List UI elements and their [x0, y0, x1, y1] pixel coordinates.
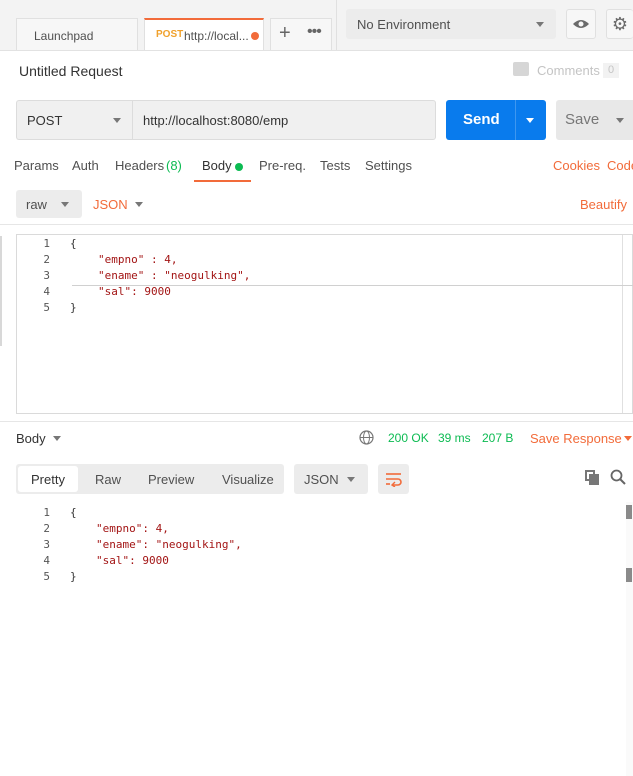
- line-number: 2: [43, 522, 50, 535]
- body-language-select[interactable]: JSON: [84, 190, 150, 218]
- active-tab-underline: [194, 180, 251, 182]
- divider: [0, 224, 633, 225]
- wrap-icon: [386, 473, 402, 487]
- line-number: 1: [43, 237, 50, 250]
- eye-icon[interactable]: [566, 9, 596, 39]
- headers-count: (8): [166, 158, 182, 173]
- chevron-down-icon: [347, 477, 355, 482]
- code-line: "empno" : 4,: [98, 253, 178, 266]
- tab-post-request[interactable]: POST http://local...: [144, 18, 264, 50]
- chevron-down-icon[interactable]: [624, 436, 632, 441]
- line-number: 5: [43, 301, 50, 314]
- chevron-down-icon: [61, 202, 69, 207]
- gear-icon[interactable]: ⚙: [606, 9, 633, 39]
- line-number: 2: [43, 253, 50, 266]
- response-format-select[interactable]: JSON: [294, 464, 368, 494]
- divider: [0, 421, 633, 422]
- editor-scrollbar[interactable]: [622, 235, 623, 413]
- tab-label: Launchpad: [34, 29, 94, 43]
- line-number: 3: [43, 269, 50, 282]
- tab-label: http://local...: [184, 29, 249, 43]
- chevron-down-icon: [113, 118, 121, 123]
- save-label: Save: [565, 111, 600, 128]
- code-line: {: [70, 237, 77, 250]
- body-mode-value: raw: [26, 197, 47, 212]
- left-resize-handle[interactable]: [0, 236, 2, 346]
- tab-settings[interactable]: Settings: [365, 158, 412, 173]
- view-visualize[interactable]: Visualize: [222, 472, 274, 487]
- divider: [515, 100, 516, 140]
- beautify-link[interactable]: Beautify: [580, 197, 627, 212]
- method-value: POST: [27, 113, 63, 128]
- more-options-icon[interactable]: •••: [307, 23, 322, 41]
- save-response-button[interactable]: Save Response: [530, 431, 622, 446]
- body-language-value: JSON: [93, 197, 128, 212]
- chevron-down-icon[interactable]: [616, 118, 624, 123]
- chevron-down-icon[interactable]: [526, 118, 534, 123]
- tab-prereq[interactable]: Pre-req.: [259, 158, 306, 173]
- url-value: http://localhost:8080/emp: [143, 113, 289, 128]
- comments-label[interactable]: Comments: [537, 63, 600, 78]
- tab-actions: + •••: [270, 18, 332, 50]
- body-mode-select[interactable]: raw: [16, 190, 82, 218]
- line-number: 4: [43, 554, 50, 567]
- status-code[interactable]: 200 OK: [388, 431, 429, 445]
- line-number: 4: [43, 285, 50, 298]
- code-line: "sal": 9000: [98, 285, 171, 298]
- line-number: 5: [43, 570, 50, 583]
- copy-icon[interactable]: [585, 470, 599, 485]
- divider: [336, 0, 337, 50]
- search-icon[interactable]: [610, 469, 626, 485]
- code-link[interactable]: Code: [607, 158, 633, 173]
- tab-params[interactable]: Params: [14, 158, 59, 173]
- url-input[interactable]: http://localhost:8080/emp: [132, 100, 436, 140]
- body-active-dot-icon: [235, 163, 243, 171]
- tab-tests[interactable]: Tests: [320, 158, 350, 173]
- save-button[interactable]: Save: [556, 100, 633, 140]
- comment-icon: [513, 62, 529, 76]
- comments-count: 0: [603, 63, 619, 78]
- code-line: {: [70, 506, 77, 519]
- tab-auth[interactable]: Auth: [72, 158, 99, 173]
- code-line: }: [70, 301, 77, 314]
- response-scrollbar[interactable]: [626, 502, 633, 776]
- line-number: 1: [43, 506, 50, 519]
- response-format-value: JSON: [304, 472, 339, 487]
- chevron-down-icon: [135, 202, 143, 207]
- response-size[interactable]: 207 B: [482, 431, 513, 445]
- view-preview[interactable]: Preview: [148, 472, 194, 487]
- response-section-label[interactable]: Body: [16, 431, 46, 446]
- response-time[interactable]: 39 ms: [438, 431, 471, 445]
- tab-method: POST: [156, 29, 184, 40]
- code-line: "ename" : "neogulking",: [98, 269, 251, 282]
- cookies-link[interactable]: Cookies: [553, 158, 600, 173]
- method-select[interactable]: POST: [16, 100, 132, 140]
- view-raw[interactable]: Raw: [95, 472, 121, 487]
- send-label: Send: [463, 111, 500, 128]
- environment-label: No Environment: [357, 17, 451, 32]
- tab-headers[interactable]: Headers: [115, 158, 164, 173]
- request-title[interactable]: Untitled Request: [19, 63, 123, 79]
- tab-launchpad[interactable]: Launchpad: [16, 18, 138, 50]
- code-line: "sal": 9000: [96, 554, 169, 567]
- tab-body[interactable]: Body: [202, 158, 232, 173]
- code-line: "empno": 4,: [96, 522, 169, 535]
- globe-icon[interactable]: [359, 430, 374, 445]
- view-pretty[interactable]: Pretty: [31, 472, 65, 487]
- code-line: "ename": "neogulking",: [96, 538, 242, 551]
- code-line: }: [70, 570, 77, 583]
- send-button[interactable]: Send: [446, 100, 546, 140]
- chevron-down-icon[interactable]: [53, 436, 61, 441]
- line-number: 3: [43, 538, 50, 551]
- chevron-down-icon: [536, 22, 544, 27]
- environment-select[interactable]: No Environment: [346, 9, 556, 39]
- wrap-lines-button[interactable]: [378, 464, 409, 494]
- unsaved-dot-icon[interactable]: [251, 32, 259, 40]
- new-tab-plus-icon[interactable]: +: [279, 22, 291, 45]
